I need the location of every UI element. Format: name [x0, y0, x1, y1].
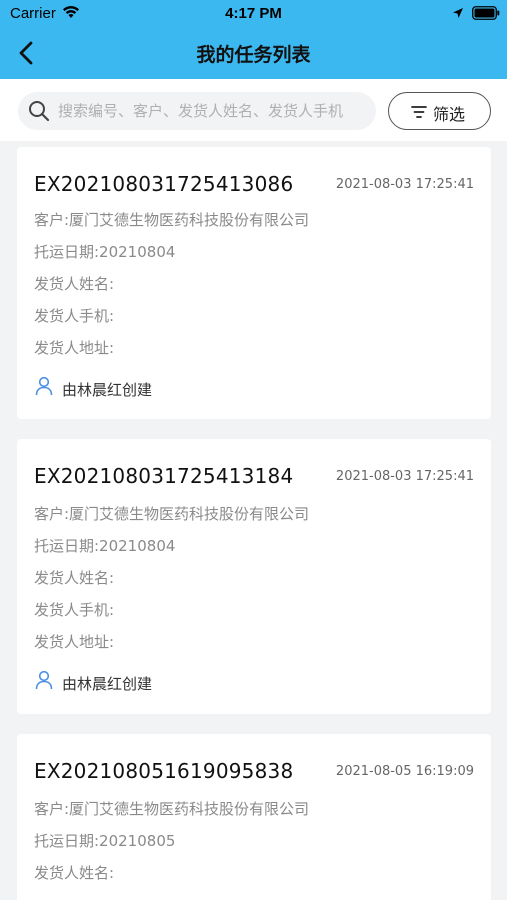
task-list: EX202108031725413086 2021-08-03 17:25:41…	[0, 141, 507, 900]
search-icon	[29, 101, 50, 122]
task-created-time: 2021-08-03 17:25:41	[335, 469, 474, 484]
task-ship-date: 托运日期:20210804	[34, 243, 176, 261]
user-icon	[35, 670, 53, 690]
task-number: EX202108031725413086	[34, 172, 294, 196]
task-sender-address: 发货人地址:	[34, 339, 115, 357]
task-card[interactable]: EX202108031725413086 2021-08-03 17:25:41…	[17, 147, 491, 419]
filter-label: 筛选	[433, 105, 466, 124]
task-sender-address: 发货人地址:	[34, 633, 115, 651]
battery-icon	[472, 6, 500, 20]
task-sender-name: 发货人姓名:	[34, 569, 115, 587]
task-number: EX202108031725413184	[34, 464, 294, 488]
task-created-time: 2021-08-05 16:19:09	[335, 764, 474, 779]
task-sender-phone: 发货人手机:	[34, 601, 115, 619]
task-ship-date: 托运日期:20210804	[34, 537, 176, 555]
page-title: 我的任务列表	[196, 44, 311, 66]
filter-button[interactable]: 筛选	[388, 92, 491, 130]
task-sender-phone: 发货人手机:	[34, 307, 115, 325]
task-creator: 由林晨红创建	[62, 675, 153, 693]
task-created-time: 2021-08-03 17:25:41	[335, 177, 474, 192]
task-sender-name: 发货人姓名:	[34, 864, 115, 882]
filter-icon	[411, 106, 427, 118]
search-bar: 筛选	[0, 79, 507, 141]
task-sender-name: 发货人姓名:	[34, 275, 115, 293]
task-ship-date: 托运日期:20210805	[34, 832, 176, 850]
search-box[interactable]	[18, 92, 376, 130]
task-customer: 客户:厦门艾德生物医药科技股份有限公司	[34, 800, 310, 818]
task-customer: 客户:厦门艾德生物医药科技股份有限公司	[34, 505, 310, 523]
task-number: EX202108051619095838	[34, 759, 294, 783]
task-customer: 客户:厦门艾德生物医药科技股份有限公司	[34, 211, 310, 229]
nav-header: Carrier 4:17 PM 我的任务列表	[0, 0, 507, 79]
location-arrow-icon	[453, 8, 463, 18]
user-icon	[35, 376, 53, 396]
task-creator: 由林晨红创建	[62, 381, 153, 399]
task-card[interactable]: EX202108031725413184 2021-08-03 17:25:41…	[17, 439, 491, 714]
search-input[interactable]	[58, 92, 370, 130]
status-bar: Carrier 4:17 PM	[0, 0, 507, 28]
clock: 4:17 PM	[225, 5, 282, 22]
task-card[interactable]: EX202108051619095838 2021-08-05 16:19:09…	[17, 734, 491, 900]
